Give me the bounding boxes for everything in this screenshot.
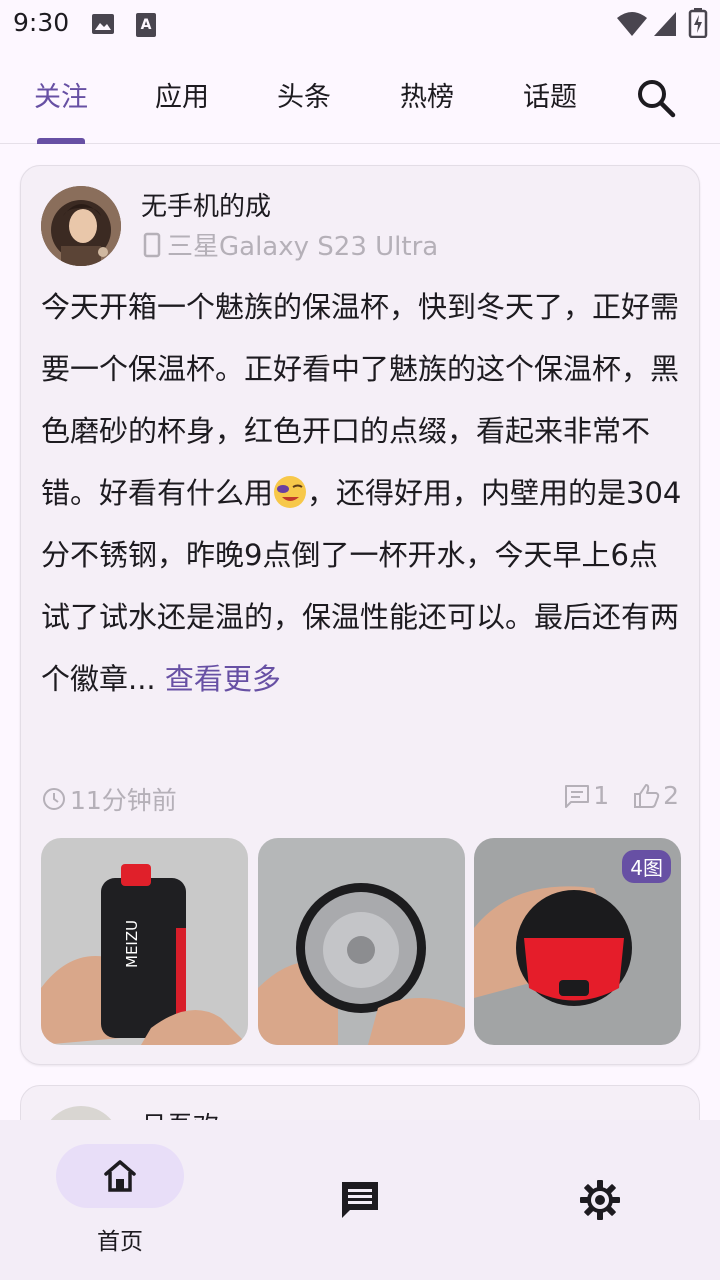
settings-icon [580, 1180, 620, 1220]
nav-settings[interactable] [520, 1144, 680, 1254]
search-icon[interactable] [632, 74, 680, 122]
active-tab-indicator [37, 138, 85, 144]
post-card[interactable]: 无手机的成 三星Galaxy S23 Ultra 今天开箱一个魅族的保温杯，快到… [20, 165, 700, 1065]
post-content[interactable]: 今天开箱一个魅族的保温杯，快到冬天了，正好需要一个保温杯。正好看中了魅族的这个保… [41, 276, 686, 710]
like-count: 2 [663, 781, 679, 810]
message-icon [342, 1182, 378, 1218]
nav-messages[interactable] [280, 1144, 440, 1254]
post-image-2[interactable] [258, 838, 465, 1045]
mug-interior-image [258, 838, 465, 1045]
avatar[interactable] [41, 186, 121, 266]
post-username[interactable]: 无手机的成 [141, 186, 271, 223]
post-image-3[interactable]: 4图 [474, 838, 681, 1045]
read-more-link[interactable]: 查看更多 [165, 662, 281, 696]
clock-icon [43, 788, 65, 810]
mug-brand-text: MEIZU [123, 920, 141, 968]
post-time-text: 11分钟前 [70, 786, 177, 815]
tab-apps[interactable]: 应用 [132, 78, 232, 118]
home-icon [104, 1160, 136, 1192]
post-images: MEIZU 4图 [41, 838, 681, 1046]
thumbs-up-icon [634, 783, 660, 808]
tab-following[interactable]: 关注 [11, 78, 111, 118]
post-device: 三星Galaxy S23 Ultra [141, 226, 438, 263]
top-tab-bar: 关注 应用 头条 热榜 话题 [0, 60, 720, 144]
nav-home[interactable]: 首页 [40, 1144, 200, 1255]
gallery-notification-icon [92, 14, 114, 34]
comment-button[interactable]: 1 [563, 781, 609, 810]
laughing-emoji-icon [274, 476, 307, 508]
tab-trending[interactable]: 热榜 [377, 78, 477, 118]
status-bar: 9:30 A [0, 0, 720, 48]
comment-icon [565, 784, 590, 808]
status-time: 9:30 [13, 8, 70, 37]
post-stats: 1 2 [563, 781, 679, 810]
cellular-signal-icon [654, 12, 676, 36]
avatar-image [41, 186, 121, 266]
tab-headlines[interactable]: 头条 [254, 78, 354, 118]
tab-topics[interactable]: 话题 [500, 78, 600, 118]
phone-icon [143, 232, 161, 257]
post-time: 11分钟前 [41, 781, 177, 817]
text-notification-icon: A [136, 13, 156, 37]
battery-icon [688, 8, 708, 38]
image-count-badge: 4图 [622, 850, 671, 883]
bottom-navigation: 首页 [0, 1120, 720, 1280]
post-image-1[interactable]: MEIZU [41, 838, 248, 1045]
comment-count: 1 [593, 781, 610, 810]
mug-side-image: MEIZU [41, 838, 248, 1045]
wifi-icon [617, 12, 647, 36]
svg-text:A: A [141, 17, 152, 33]
like-button[interactable]: 2 [633, 781, 679, 810]
nav-home-label: 首页 [97, 1229, 143, 1255]
device-name: 三星Galaxy S23 Ultra [167, 232, 439, 262]
